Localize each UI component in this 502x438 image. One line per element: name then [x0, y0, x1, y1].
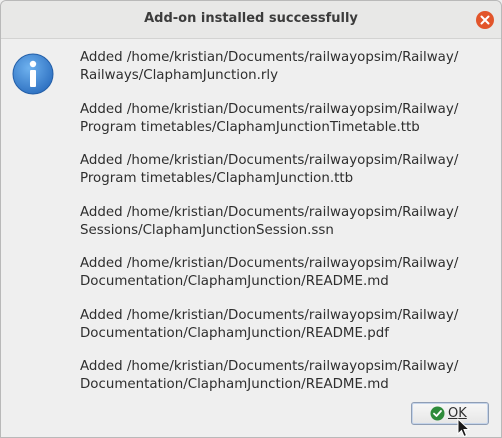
ok-button[interactable]: OK — [411, 402, 489, 425]
message-line: Added /home/kristian/Documents/railwayop… — [80, 359, 459, 392]
message-line: Added /home/kristian/Documents/railwayop… — [80, 307, 459, 341]
close-button[interactable] — [476, 11, 494, 29]
info-icon — [12, 53, 54, 95]
close-icon — [480, 15, 490, 25]
message-list: Added /home/kristian/Documents/railwayop… — [80, 49, 490, 410]
message-line: Added /home/kristian/Documents/railwayop… — [80, 153, 459, 186]
dialog: Add-on installed successfully Added /hom… — [0, 0, 502, 438]
dialog-title: Add-on installed successfully — [144, 11, 358, 26]
message-line: Added /home/kristian/Documents/railwayop… — [80, 256, 459, 289]
title-bar[interactable]: Add-on installed successfully — [1, 1, 501, 39]
message-line: Added /home/kristian/Documents/railwayop… — [80, 101, 459, 135]
check-circle-icon — [430, 406, 445, 421]
message-line: Added /home/kristian/Documents/railwayop… — [80, 204, 459, 238]
mouse-pointer-icon — [457, 418, 471, 438]
message-line: Added /home/kristian/Documents/railwayop… — [80, 50, 459, 83]
